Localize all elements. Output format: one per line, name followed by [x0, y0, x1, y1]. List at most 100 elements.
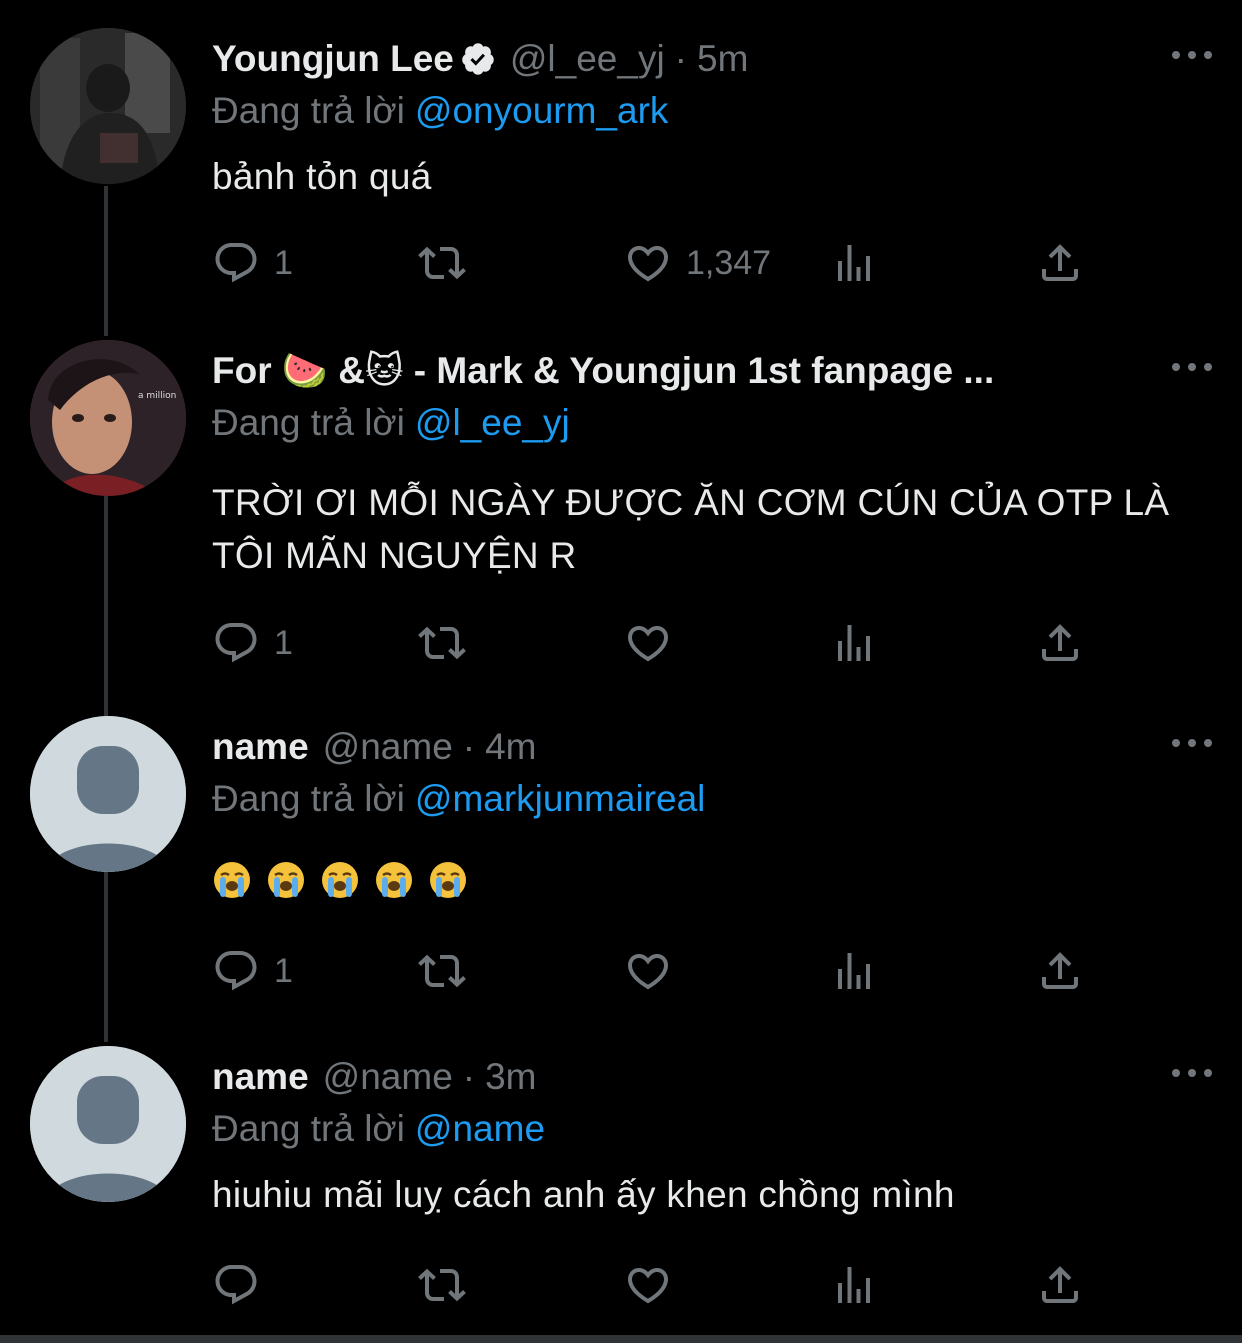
reply-context: Đang trả lời @onyourm_ark: [212, 88, 668, 134]
like-button[interactable]: [624, 618, 672, 668]
retweet-icon: [418, 1268, 466, 1302]
like-button[interactable]: [624, 1260, 672, 1310]
reply-count: 1: [274, 951, 293, 990]
separator-dot: ·: [462, 726, 476, 767]
like-button[interactable]: 1,347: [624, 238, 771, 288]
heart-icon: [627, 626, 669, 662]
action-bar: [212, 1260, 1112, 1310]
reply-context: Đang trả lời @markjunmaireal: [212, 776, 705, 822]
reply-count: 1: [274, 243, 293, 282]
views-button[interactable]: [830, 1260, 878, 1310]
views-button[interactable]: [830, 618, 878, 668]
bottom-divider: [0, 1335, 1242, 1343]
tweet-text: hiuhiu mãi luỵ cách anh ấy khen chồng mì…: [212, 1174, 955, 1215]
handle[interactable]: @l_ee_yj: [510, 36, 665, 82]
timestamp[interactable]: 4m: [485, 724, 536, 770]
verified-badge-icon: [462, 43, 494, 75]
default-avatar-icon: [30, 1046, 186, 1202]
action-bar: 1: [212, 946, 1112, 996]
separator-dot: ·: [674, 38, 687, 79]
display-name[interactable]: For 🍉 &🐱 - Mark & Youngjun 1st fanpage .…: [212, 348, 994, 394]
reply-prefix: Đang trả lời: [212, 778, 405, 819]
avatar[interactable]: [30, 1046, 186, 1202]
reply-button[interactable]: 1: [212, 946, 293, 996]
reply-button[interactable]: 1: [212, 238, 293, 288]
tweet-text: TRỜI ƠI MỖI NGÀY ĐƯỢC ĂN CƠM CÚN CỦA OTP…: [212, 482, 1170, 576]
reply-mention-link[interactable]: @onyourm_ark: [415, 90, 669, 131]
reply-button[interactable]: [212, 1260, 274, 1310]
tweet[interactable]: Youngjun Lee @l_ee_yj · 5m Đang trả lời @…: [0, 28, 1242, 328]
avatar[interactable]: [30, 716, 186, 872]
share-button[interactable]: [1036, 618, 1084, 668]
retweet-icon: [418, 626, 466, 660]
reply-mention-link[interactable]: @name: [415, 1108, 545, 1149]
views-button[interactable]: [830, 238, 878, 288]
more-options-icon[interactable]: [1172, 728, 1212, 758]
share-icon: [1042, 244, 1078, 281]
share-button[interactable]: [1036, 946, 1084, 996]
reply-icon: [215, 243, 257, 283]
reply-prefix: Đang trả lời: [212, 402, 405, 443]
tweet-emojis: [212, 860, 468, 900]
loudly-crying-face-icon: [268, 862, 304, 898]
reply-icon: [215, 623, 257, 663]
avatar[interactable]: [30, 28, 186, 184]
reply-prefix: Đang trả lời: [212, 90, 405, 131]
reply-mention-link[interactable]: @l_ee_yj: [415, 402, 570, 443]
retweet-button[interactable]: [418, 946, 466, 996]
share-icon: [1042, 1266, 1078, 1303]
more-options-icon[interactable]: [1172, 352, 1212, 382]
analytics-icon: [838, 1267, 870, 1303]
separator-dot: ·: [462, 1056, 476, 1097]
avatar[interactable]: a million: [30, 340, 186, 496]
tweet[interactable]: name @name · 3m Đang trả lời @name hiuhiu…: [0, 1046, 1242, 1343]
retweet-icon: [418, 246, 466, 280]
retweet-button[interactable]: [418, 238, 466, 288]
default-avatar-icon: [30, 716, 186, 872]
reply-icon: [215, 1265, 257, 1305]
avatar-photo: a million: [30, 340, 186, 496]
analytics-icon: [838, 245, 870, 281]
reply-prefix: Đang trả lời: [212, 1108, 405, 1149]
reply-context: Đang trả lời @name: [212, 1106, 545, 1152]
action-bar: 1: [212, 618, 1112, 668]
action-bar: 1 1,347: [212, 238, 1112, 288]
loudly-crying-face-icon: [430, 862, 466, 898]
reply-mention-link[interactable]: @markjunmaireal: [415, 778, 705, 819]
avatar-photo: [30, 28, 186, 184]
retweet-button[interactable]: [418, 1260, 466, 1310]
share-icon: [1042, 952, 1078, 989]
loudly-crying-face-icon: [322, 862, 358, 898]
handle[interactable]: @name: [323, 724, 453, 770]
more-options-icon[interactable]: [1172, 1058, 1212, 1088]
views-button[interactable]: [830, 946, 878, 996]
like-button[interactable]: [624, 946, 672, 996]
retweet-button[interactable]: [418, 618, 466, 668]
loudly-crying-face-icon: [376, 862, 412, 898]
heart-icon: [627, 1268, 669, 1304]
tweet[interactable]: name @name · 4m Đang trả lời @markjunmair…: [0, 716, 1242, 1016]
analytics-icon: [838, 625, 870, 661]
tweet[interactable]: a million For 🍉 &🐱 - Mark & Youngjun 1st…: [0, 340, 1242, 680]
timestamp[interactable]: 3m: [485, 1054, 536, 1100]
display-name[interactable]: name: [212, 1054, 309, 1100]
reply-button[interactable]: 1: [212, 618, 293, 668]
timestamp[interactable]: 5m: [697, 36, 748, 82]
heart-icon: [627, 954, 669, 990]
tweet-text: bảnh tỏn quá: [212, 156, 432, 197]
avatar-caption: a million: [138, 391, 176, 401]
retweet-icon: [418, 954, 466, 988]
display-name[interactable]: name: [212, 724, 309, 770]
reply-icon: [215, 951, 257, 991]
reply-context: Đang trả lời @l_ee_yj: [212, 400, 570, 446]
display-name[interactable]: Youngjun Lee: [212, 36, 454, 82]
share-icon: [1042, 624, 1078, 661]
share-button[interactable]: [1036, 238, 1084, 288]
handle[interactable]: @name: [323, 1054, 453, 1100]
heart-icon: [627, 246, 669, 282]
more-options-icon[interactable]: [1172, 40, 1212, 70]
reply-count: 1: [274, 623, 293, 662]
analytics-icon: [838, 953, 870, 989]
share-button[interactable]: [1036, 1260, 1084, 1310]
loudly-crying-face-icon: [214, 862, 250, 898]
